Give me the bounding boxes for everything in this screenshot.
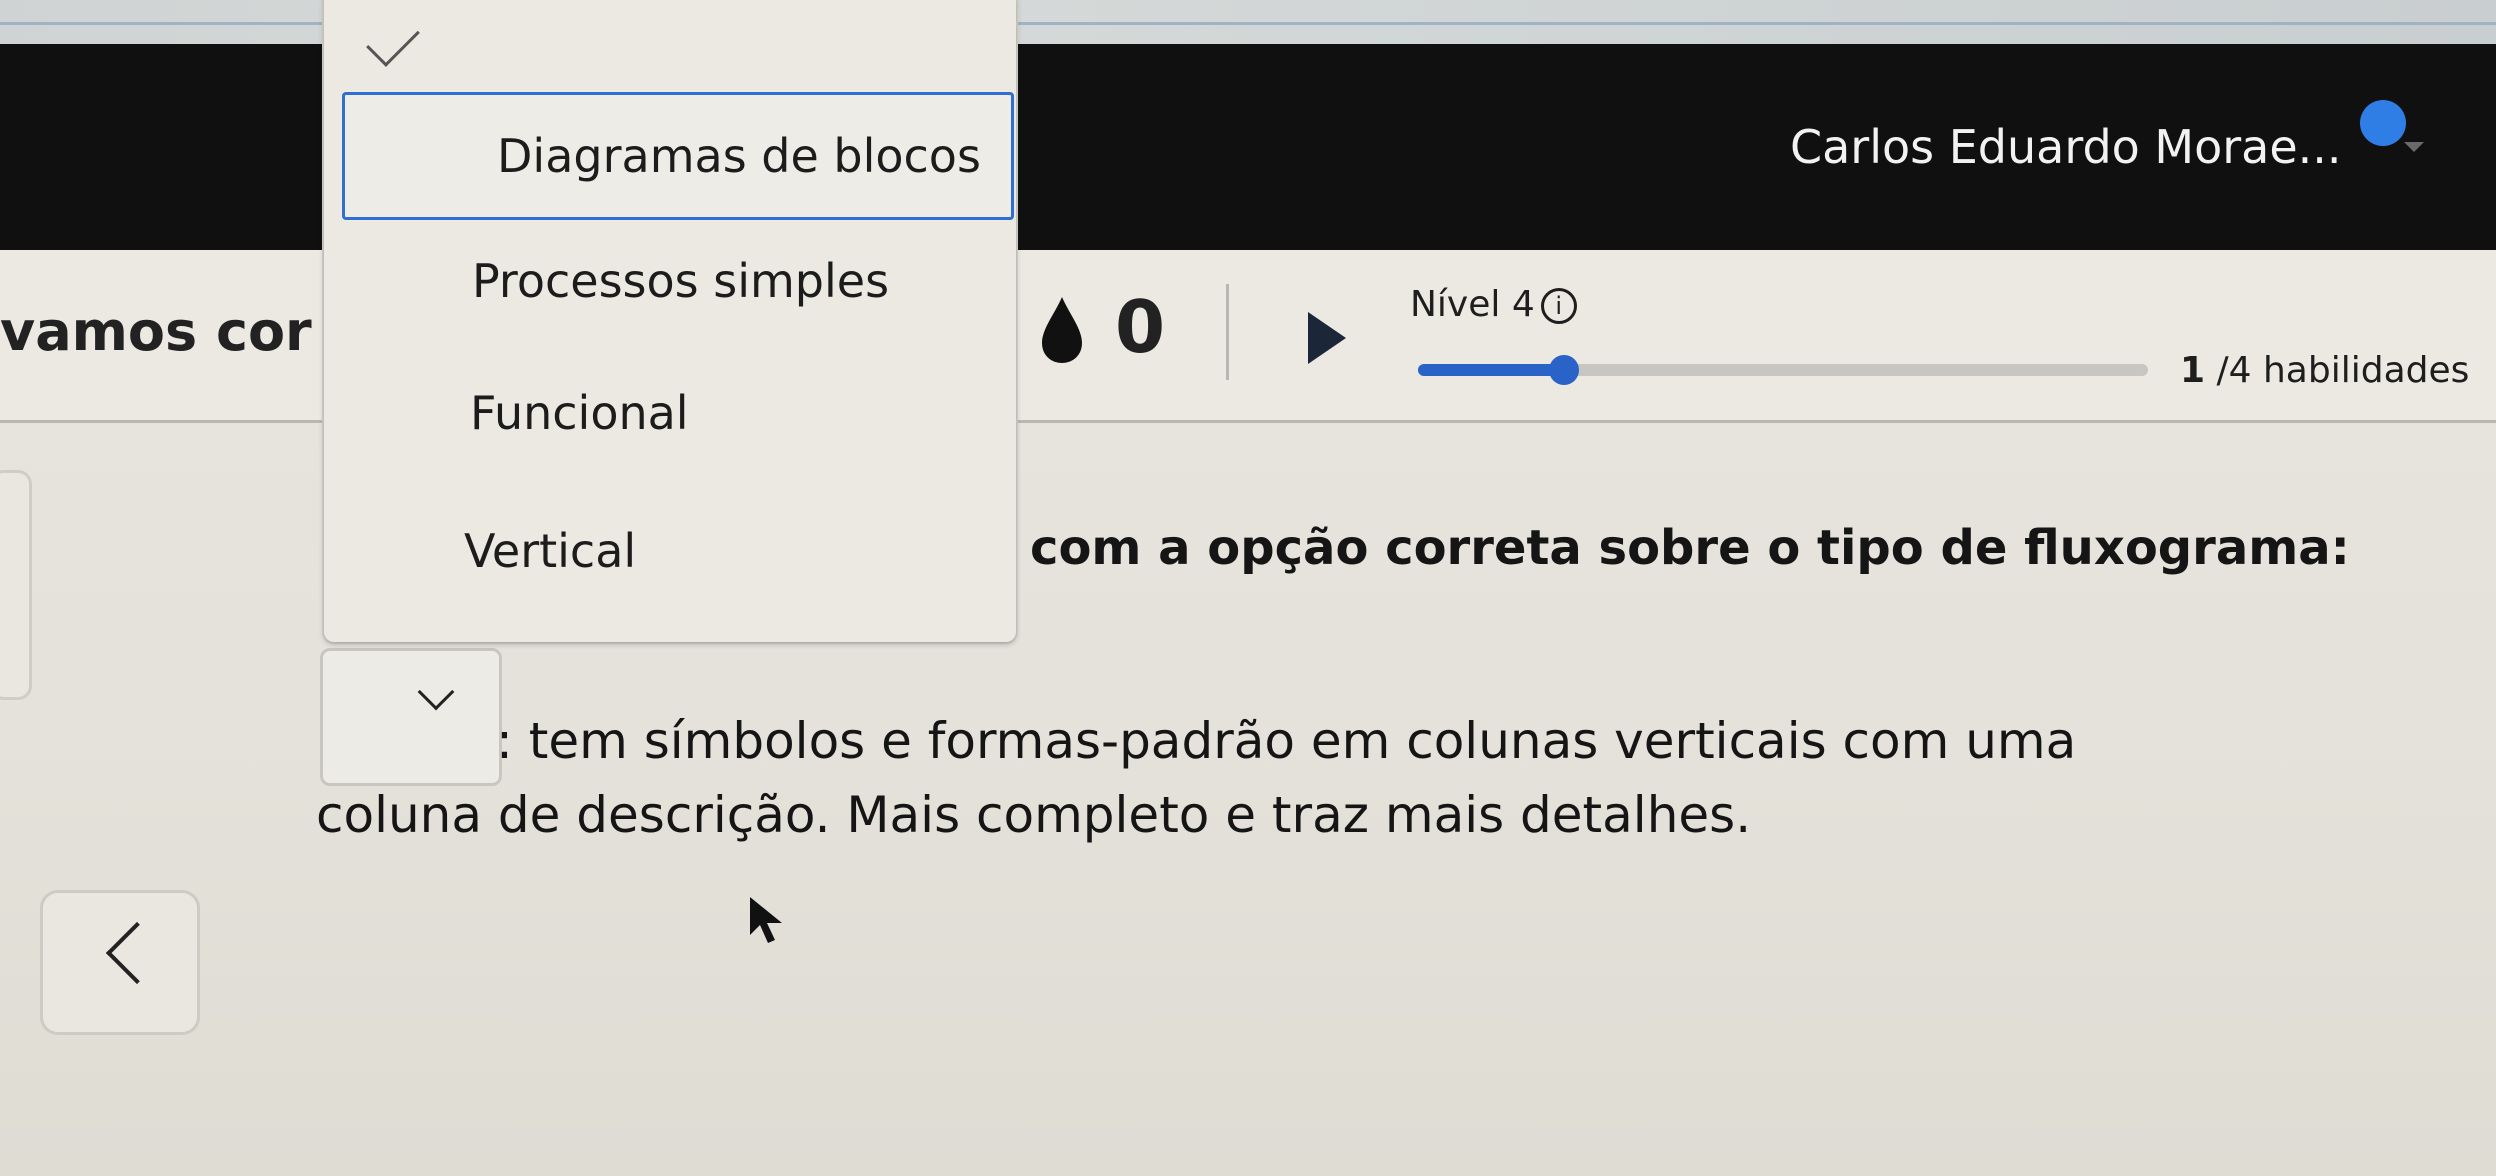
greeting-text: vamos cor bbox=[0, 300, 312, 363]
question-prompt: com a opção correta sobre o tipo de flux… bbox=[1030, 520, 2350, 576]
left-panel-edge bbox=[0, 470, 32, 700]
chevron-down-icon bbox=[417, 673, 455, 711]
dropdown-option-processos-simples[interactable]: Processos simples bbox=[324, 254, 1016, 344]
option-label: Diagramas de blocos bbox=[497, 129, 981, 183]
check-icon bbox=[366, 13, 420, 67]
level-progress-fill bbox=[1418, 364, 1564, 376]
level-progress-bar bbox=[1418, 355, 2148, 385]
play-icon[interactable] bbox=[1308, 312, 1346, 364]
level-label: Nível 4 bbox=[1410, 284, 1535, 325]
dropdown-option-diagramas-de-blocos[interactable]: Diagramas de blocos bbox=[342, 92, 1014, 220]
skills-total: /4 habilidades bbox=[2205, 350, 2470, 391]
status-separator bbox=[1226, 284, 1229, 380]
user-name[interactable]: Carlos Eduardo Morae... bbox=[1790, 120, 2342, 174]
dropdown-option-vertical[interactable]: Vertical bbox=[324, 524, 1016, 614]
skills-counter: 1 /4 habilidades bbox=[2180, 350, 2469, 391]
chevron-left-icon bbox=[105, 921, 169, 985]
avatar-caret-icon[interactable] bbox=[2404, 142, 2424, 152]
avatar[interactable] bbox=[2360, 100, 2406, 146]
page: Carlos Eduardo Morae... vamos cor 0 Níve… bbox=[0, 0, 2496, 1176]
dropdown-option-funcional[interactable]: Funcional bbox=[324, 386, 1016, 476]
level-progress-knob bbox=[1549, 355, 1579, 385]
statement-line-2: coluna de descrição. Mais completo e tra… bbox=[316, 786, 1752, 844]
drop-icon bbox=[1042, 297, 1082, 363]
option-label: Funcional bbox=[470, 386, 689, 440]
mouse-cursor-icon bbox=[750, 897, 782, 943]
level-indicator: Nível 4i bbox=[1410, 284, 1577, 325]
answer-select[interactable] bbox=[320, 648, 502, 786]
statement-line-1: : tem símbolos e formas-padrão em coluna… bbox=[496, 712, 2077, 770]
back-button[interactable] bbox=[40, 890, 200, 1035]
info-icon[interactable]: i bbox=[1540, 288, 1577, 324]
answer-dropdown-menu: Diagramas de blocos Processos simples Fu… bbox=[324, 0, 1016, 642]
streak-count: 0 bbox=[1115, 285, 1166, 369]
skills-done: 1 bbox=[2180, 350, 2206, 391]
option-label: Processos simples bbox=[472, 254, 890, 308]
option-label: Vertical bbox=[464, 524, 637, 578]
